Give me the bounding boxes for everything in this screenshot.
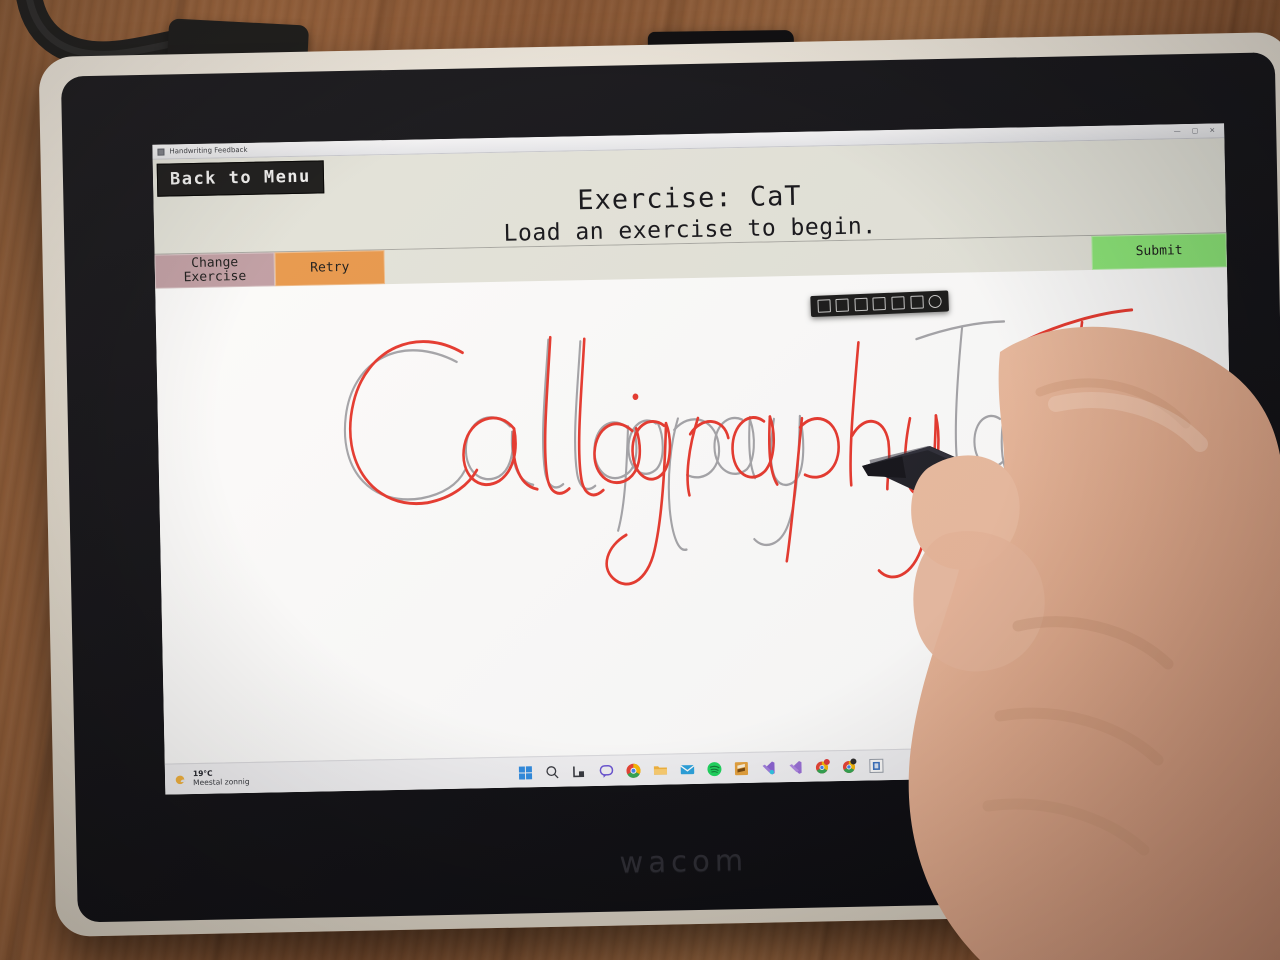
- wacom-tablet: wacom Handwriting Feedback — ▢ ✕ Back to: [38, 31, 1280, 937]
- window-controls: — ▢ ✕: [1174, 126, 1220, 135]
- taskbar-icons: [517, 757, 885, 781]
- handwriting-canvas[interactable]: [155, 267, 1237, 764]
- change-exercise-label-line2: Exercise: [183, 268, 247, 286]
- close-button[interactable]: ✕: [1209, 126, 1215, 134]
- maximize-button[interactable]: ▢: [1192, 126, 1199, 134]
- start-icon[interactable]: [517, 764, 534, 781]
- minimize-button[interactable]: —: [1174, 127, 1181, 135]
- back-to-menu-button[interactable]: Back to Menu: [156, 160, 325, 197]
- present-icon[interactable]: [854, 297, 868, 312]
- handwriting-ink: [343, 308, 1237, 586]
- chat-icon[interactable]: [598, 762, 615, 779]
- weather-description: Meestal zonnig: [193, 776, 250, 788]
- vscode-icon[interactable]: [760, 759, 777, 776]
- weather-widget[interactable]: 19°C Meestal zonnig: [165, 769, 250, 788]
- handwriting-feedback-app: Back to Menu Exercise: CaT Load an exerc…: [152, 138, 1238, 795]
- link-icon[interactable]: [909, 295, 924, 309]
- chrome-icon[interactable]: [625, 762, 642, 779]
- check-icon[interactable]: [928, 294, 943, 309]
- wacom-brand-logo: wacom: [619, 842, 749, 880]
- spotify-icon[interactable]: [706, 760, 723, 777]
- chrome-profile-icon[interactable]: [814, 758, 831, 775]
- chrome-dev-icon[interactable]: [841, 757, 858, 774]
- window-title: Handwriting Feedback: [169, 145, 248, 156]
- app-icon: [157, 148, 165, 156]
- share-icon[interactable]: [891, 296, 905, 310]
- sun-cloud-icon: [174, 772, 188, 786]
- photo-scene: wacom Handwriting Feedback — ▢ ✕ Back to: [0, 0, 1280, 960]
- camera-icon[interactable]: [835, 298, 850, 313]
- weather-text: 19°C Meestal zonnig: [193, 769, 250, 787]
- change-exercise-button[interactable]: Change Exercise: [154, 252, 276, 289]
- sublime-icon[interactable]: [733, 759, 750, 776]
- record-icon[interactable]: [872, 296, 887, 311]
- retry-button[interactable]: Retry: [274, 250, 386, 287]
- tablet-screen: Handwriting Feedback — ▢ ✕ Back to Menu …: [152, 123, 1238, 795]
- vscode-insiders-icon[interactable]: [787, 758, 804, 775]
- task-view-icon[interactable]: [571, 763, 588, 780]
- file-explorer-icon[interactable]: [652, 761, 669, 778]
- windows-desktop: Handwriting Feedback — ▢ ✕ Back to Menu …: [152, 123, 1238, 795]
- app-window-icon[interactable]: [868, 757, 885, 774]
- submit-button[interactable]: Submit: [1091, 233, 1227, 270]
- screenshot-icon[interactable]: [817, 299, 831, 313]
- search-icon[interactable]: [544, 763, 561, 780]
- mail-icon[interactable]: [679, 761, 696, 778]
